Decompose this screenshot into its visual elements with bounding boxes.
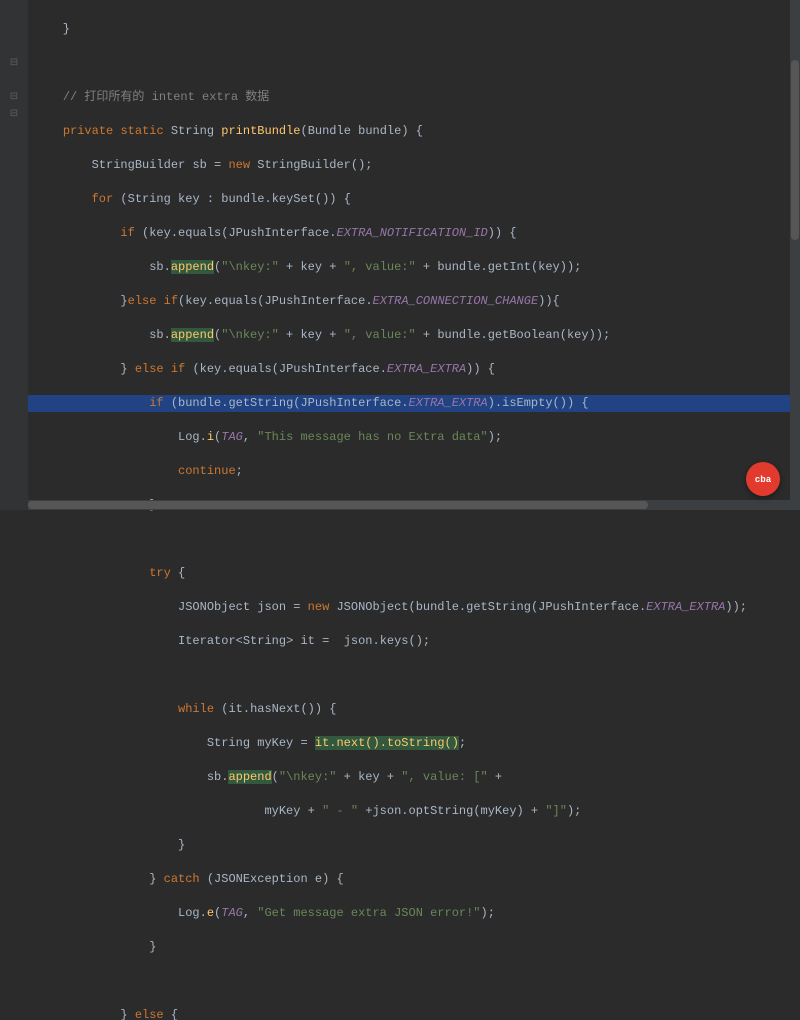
- site-badge-icon[interactable]: cba: [746, 462, 780, 496]
- code-line[interactable]: sb.append("\nkey:" + key + ", value:" + …: [34, 259, 800, 276]
- code-line[interactable]: sb.append("\nkey:" + key + ", value:" + …: [34, 327, 800, 344]
- code-line[interactable]: if (key.equals(JPushInterface.EXTRA_NOTI…: [34, 225, 800, 242]
- code-area[interactable]: } // 打印所有的 intent extra 数据 private stati…: [28, 0, 800, 510]
- svg-text:cba: cba: [755, 474, 772, 485]
- code-line[interactable]: } else {: [34, 1007, 800, 1020]
- code-line[interactable]: [34, 55, 800, 72]
- code-line-highlighted[interactable]: if (bundle.getString(JPushInterface.EXTR…: [28, 395, 800, 412]
- horizontal-scrollbar-thumb[interactable]: [28, 501, 648, 509]
- vertical-scrollbar[interactable]: [790, 0, 800, 510]
- code-line[interactable]: for (String key : bundle.keySet()) {: [34, 191, 800, 208]
- code-line[interactable]: // 打印所有的 intent extra 数据: [34, 89, 800, 106]
- fold-marker[interactable]: [0, 21, 28, 38]
- code-line[interactable]: }: [34, 21, 800, 38]
- code-line[interactable]: }: [34, 939, 800, 956]
- code-editor: ⊟ ⊟ ⊟ } // 打印所有的 intent extra 数据 private…: [0, 0, 800, 510]
- code-line[interactable]: Log.i(TAG, "This message has no Extra da…: [34, 429, 800, 446]
- vertical-scrollbar-thumb[interactable]: [791, 60, 799, 240]
- horizontal-scrollbar[interactable]: [28, 500, 790, 510]
- code-line[interactable]: private static String printBundle(Bundle…: [34, 123, 800, 140]
- code-line[interactable]: [34, 667, 800, 684]
- code-line[interactable]: StringBuilder sb = new StringBuilder();: [34, 157, 800, 174]
- code-line[interactable]: } else if (key.equals(JPushInterface.EXT…: [34, 361, 800, 378]
- fold-marker[interactable]: [0, 38, 28, 55]
- code-line[interactable]: continue;: [34, 463, 800, 480]
- code-line[interactable]: } catch (JSONException e) {: [34, 871, 800, 888]
- code-line[interactable]: try {: [34, 565, 800, 582]
- fold-marker[interactable]: ⊟: [0, 55, 28, 72]
- gutter: ⊟ ⊟ ⊟: [0, 0, 28, 510]
- code-line[interactable]: sb.append("\nkey:" + key + ", value: [" …: [34, 769, 800, 786]
- code-line[interactable]: String myKey = it.next().toString();: [34, 735, 800, 752]
- code-line[interactable]: }else if(key.equals(JPushInterface.EXTRA…: [34, 293, 800, 310]
- fold-marker[interactable]: ⊟: [0, 106, 28, 123]
- fold-marker[interactable]: [0, 72, 28, 89]
- code-line[interactable]: Iterator<String> it = json.keys();: [34, 633, 800, 650]
- comment: // 打印所有的 intent extra 数据: [63, 90, 269, 104]
- code-line[interactable]: [34, 973, 800, 990]
- fold-marker[interactable]: [0, 4, 28, 21]
- code-line[interactable]: JSONObject json = new JSONObject(bundle.…: [34, 599, 800, 616]
- code-line[interactable]: }: [34, 837, 800, 854]
- code-line[interactable]: Log.e(TAG, "Get message extra JSON error…: [34, 905, 800, 922]
- code-line[interactable]: myKey + " - " +json.optString(myKey) + "…: [34, 803, 800, 820]
- fold-marker[interactable]: ⊟: [0, 89, 28, 106]
- code-line[interactable]: [34, 531, 800, 548]
- code-line[interactable]: while (it.hasNext()) {: [34, 701, 800, 718]
